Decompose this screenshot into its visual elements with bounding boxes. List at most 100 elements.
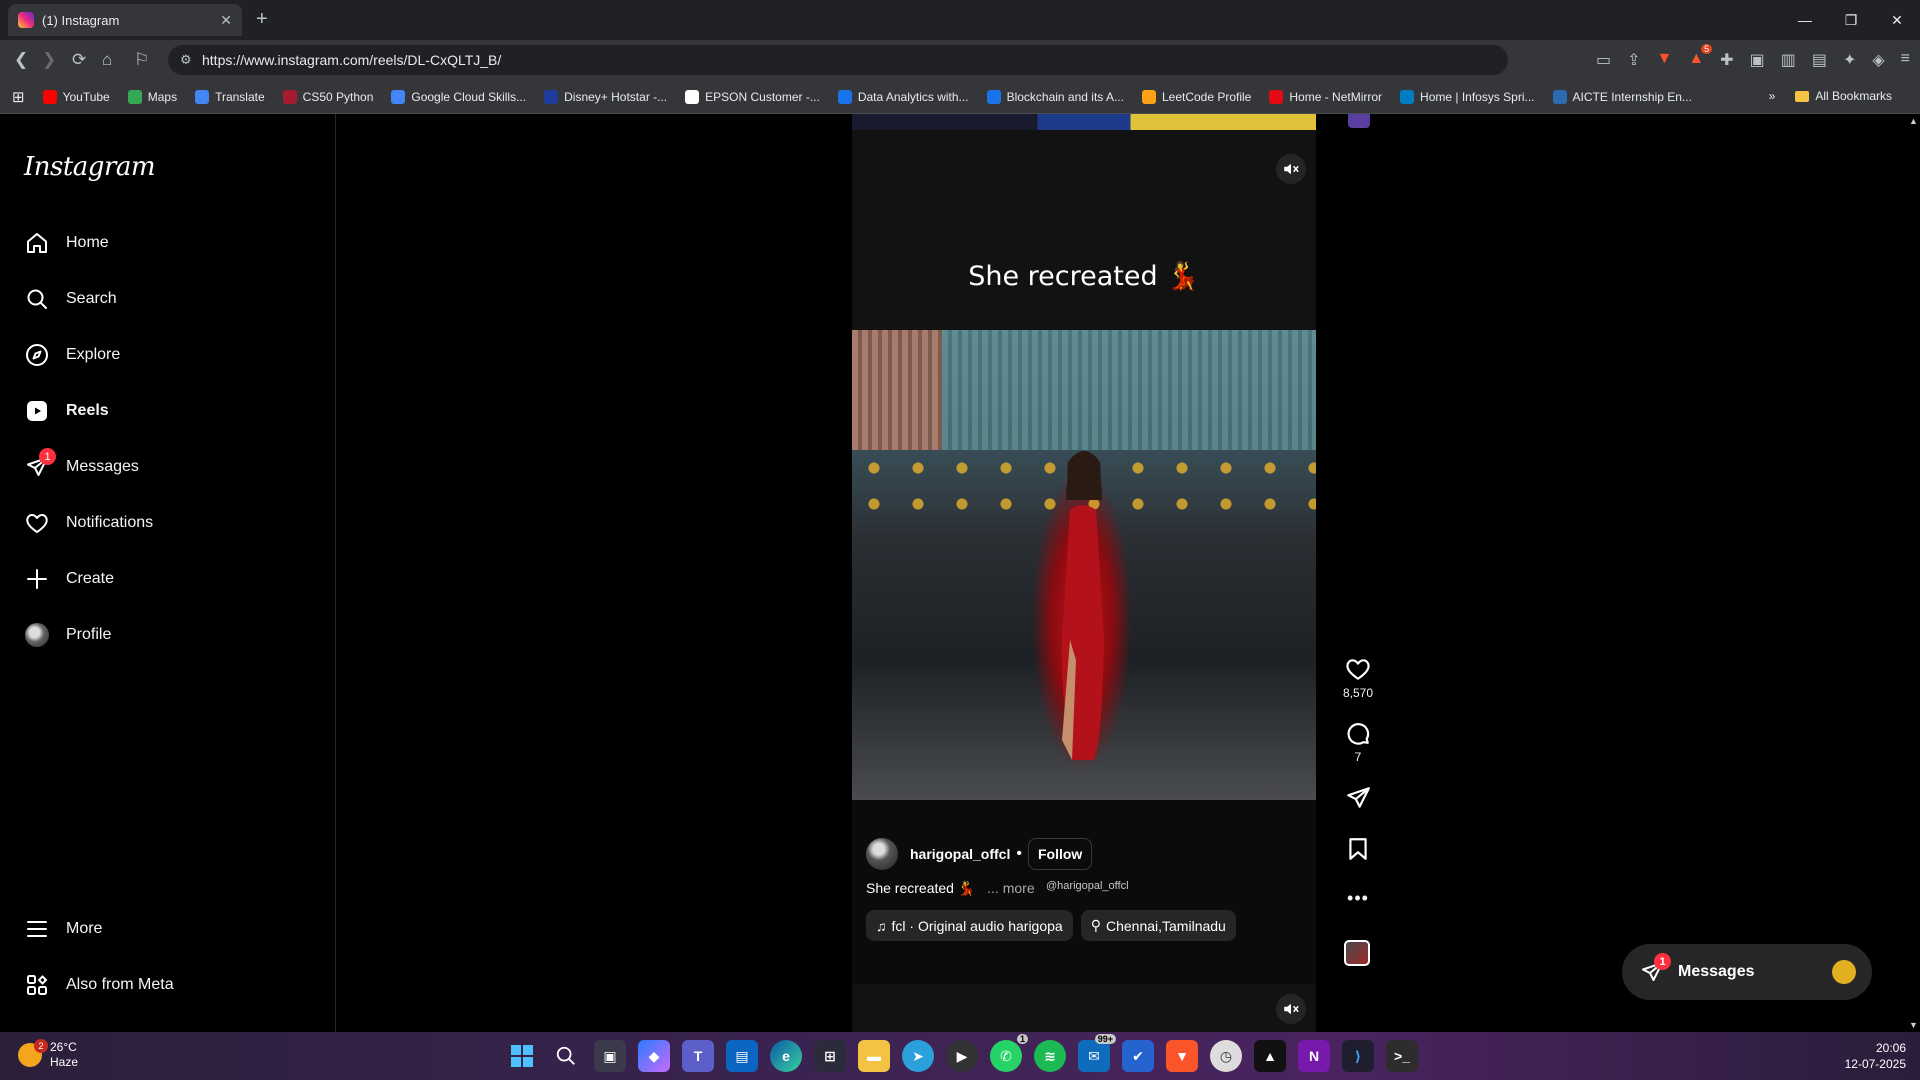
active-tab[interactable]: (1) Instagram ✕: [8, 4, 242, 36]
save-button[interactable]: [1336, 836, 1380, 862]
sidebar-item-search[interactable]: Search: [24, 279, 117, 319]
next-reel-preview[interactable]: [852, 984, 1316, 1032]
scroll-up-icon[interactable]: ▲: [1909, 116, 1918, 126]
search-icon[interactable]: [550, 1040, 582, 1072]
sidebar-item-more[interactable]: More: [24, 909, 102, 949]
more-options-button[interactable]: •••: [1336, 888, 1380, 909]
sidebar-item-create[interactable]: Create: [24, 559, 114, 599]
bookmark-item[interactable]: Data Analytics with...: [837, 89, 969, 104]
video-background-left: [852, 330, 942, 450]
arc-icon[interactable]: ▲: [1254, 1040, 1286, 1072]
bookmark-item[interactable]: Disney+ Hotstar -...: [544, 89, 667, 104]
whatsapp-icon[interactable]: ✆ 1: [990, 1034, 1028, 1072]
forward-icon[interactable]: ❯: [42, 50, 56, 70]
teams-icon[interactable]: T: [682, 1040, 714, 1072]
bookmark-item[interactable]: LeetCode Profile: [1141, 89, 1251, 104]
site-info-icon[interactable]: ⚙: [180, 52, 192, 68]
store-like-icon[interactable]: ▤: [726, 1040, 758, 1072]
page-scrollbar[interactable]: ▲ ▼: [1906, 114, 1920, 1032]
brave-rewards-icon[interactable]: ▲ 5: [1688, 44, 1713, 70]
microsoft-store-icon[interactable]: ⊞: [814, 1040, 846, 1072]
back-icon[interactable]: ❮: [14, 50, 28, 70]
onenote-icon[interactable]: N: [1298, 1040, 1330, 1072]
taskbar-apps: ▣ ◆ T ▤ e ⊞ ▬ ➤ ▶ ✆ 1 ≋ ✉ 99+ ✔ ▼ ◷ ▲ N ⟩ …: [506, 1034, 1418, 1072]
brave-icon[interactable]: ▼: [1166, 1040, 1198, 1072]
previous-reel-preview[interactable]: [852, 114, 1316, 130]
extensions-icon[interactable]: ✚: [1720, 50, 1733, 70]
sidebar-item-also-from-meta[interactable]: Also from Meta: [24, 965, 174, 1005]
messages-floating-button[interactable]: 1 Messages: [1622, 944, 1872, 1000]
next-mute-button[interactable]: [1276, 994, 1306, 1024]
sidebar-item-notifications[interactable]: Notifications: [24, 503, 153, 543]
brave-shields-icon[interactable]: ▼: [1656, 50, 1672, 70]
media-player-icon[interactable]: ▶: [946, 1040, 978, 1072]
url-bar[interactable]: ⚙ https://www.instagram.com/reels/DL-CxQ…: [168, 45, 1508, 75]
file-explorer-icon[interactable]: ▬: [858, 1040, 890, 1072]
new-tab-button[interactable]: +: [256, 8, 268, 31]
terminal-icon[interactable]: >_: [1386, 1040, 1418, 1072]
bookmark-item[interactable]: Google Cloud Skills...: [391, 89, 526, 104]
sidebar-toggle-icon[interactable]: ▥: [1781, 50, 1796, 70]
leo-ai-icon[interactable]: ✦: [1843, 50, 1856, 70]
like-button[interactable]: 8,570: [1336, 656, 1380, 700]
reel-card[interactable]: She recreated 💃 harigopal_offcl • Follow…: [852, 114, 1316, 1032]
audio-thumbnail[interactable]: [1344, 940, 1370, 966]
scroll-down-icon[interactable]: ▼: [1909, 1020, 1918, 1030]
bookmark-item[interactable]: AICTE Internship En...: [1552, 89, 1692, 104]
reel-video[interactable]: [852, 330, 1316, 800]
spotify-icon[interactable]: ≋: [1034, 1040, 1066, 1072]
copilot-icon[interactable]: ◆: [638, 1040, 670, 1072]
mail-icon[interactable]: ✉ 99+: [1078, 1034, 1116, 1072]
chevron-right-icon[interactable]: »: [1769, 89, 1776, 103]
author-name[interactable]: harigopal_offcl: [910, 846, 1010, 862]
share-icon[interactable]: ⇪: [1627, 50, 1640, 70]
close-window-button[interactable]: ✕: [1874, 0, 1920, 40]
sidebar-item-reels[interactable]: Reels: [24, 391, 109, 431]
vpn-icon[interactable]: ◈: [1872, 50, 1884, 70]
close-tab-icon[interactable]: ✕: [220, 12, 232, 29]
sidebar-item-messages[interactable]: 1 Messages: [24, 447, 139, 487]
bookmark-item[interactable]: EPSON Customer -...: [685, 89, 820, 104]
author-avatar[interactable]: [866, 838, 898, 870]
edge-icon[interactable]: e: [770, 1040, 802, 1072]
location-chip[interactable]: ⚲ Chennai,Tamilnadu: [1080, 910, 1236, 941]
todo-icon[interactable]: ✔: [1122, 1040, 1154, 1072]
bookmark-item[interactable]: Translate: [195, 89, 265, 104]
share-button[interactable]: [1336, 785, 1380, 811]
vscode-icon[interactable]: ⟩: [1342, 1040, 1374, 1072]
sidebar-item-explore[interactable]: Explore: [24, 335, 120, 375]
all-bookmarks-button[interactable]: All Bookmarks: [1795, 89, 1892, 103]
telegram-icon[interactable]: ➤: [902, 1040, 934, 1072]
cast-icon[interactable]: ▭: [1596, 50, 1611, 70]
bookmark-item[interactable]: Home | Infosys Spri...: [1400, 89, 1535, 104]
wallet-icon[interactable]: ▤: [1812, 50, 1827, 70]
bookmark-icon[interactable]: ⚐: [134, 50, 149, 70]
windows-start-icon[interactable]: [506, 1040, 538, 1072]
task-view-icon[interactable]: ▣: [594, 1040, 626, 1072]
weather-widget[interactable]: 2 26°C Haze: [18, 1039, 78, 1070]
previous-audio-thumb[interactable]: [1348, 114, 1370, 128]
bookmark-item[interactable]: Blockchain and its A...: [986, 89, 1124, 104]
bookmark-item[interactable]: Home - NetMirror: [1269, 89, 1382, 104]
follow-button[interactable]: Follow: [1027, 838, 1093, 870]
sidebar-item-label: Explore: [66, 346, 121, 363]
bookmark-item[interactable]: Maps: [127, 89, 177, 104]
sidebar-item-home[interactable]: Home: [24, 223, 109, 263]
menu-icon[interactable]: ≡: [1901, 50, 1910, 70]
instagram-logo[interactable]: Instagram: [24, 152, 156, 182]
apps-grid-icon[interactable]: ⊞: [12, 88, 25, 106]
screenshot-icon[interactable]: ▣: [1750, 50, 1765, 70]
mute-button[interactable]: [1276, 154, 1306, 184]
home-icon[interactable]: ⌂: [102, 50, 112, 70]
system-clock[interactable]: 20:06 12-07-2025: [1845, 1040, 1906, 1072]
clock-app-icon[interactable]: ◷: [1210, 1040, 1242, 1072]
bookmark-item[interactable]: YouTube: [42, 89, 110, 104]
sidebar-item-profile[interactable]: Profile: [24, 615, 111, 655]
bookmark-item[interactable]: CS50 Python: [282, 89, 373, 104]
reload-icon[interactable]: ⟳: [72, 50, 86, 70]
comment-button[interactable]: 7: [1336, 720, 1380, 764]
audio-chip[interactable]: ♫ fcl · Original audio harigopa: [866, 910, 1073, 941]
restore-button[interactable]: ❐: [1828, 0, 1874, 40]
caption-more-link[interactable]: ... more: [987, 880, 1034, 896]
minimize-button[interactable]: —: [1782, 0, 1828, 40]
